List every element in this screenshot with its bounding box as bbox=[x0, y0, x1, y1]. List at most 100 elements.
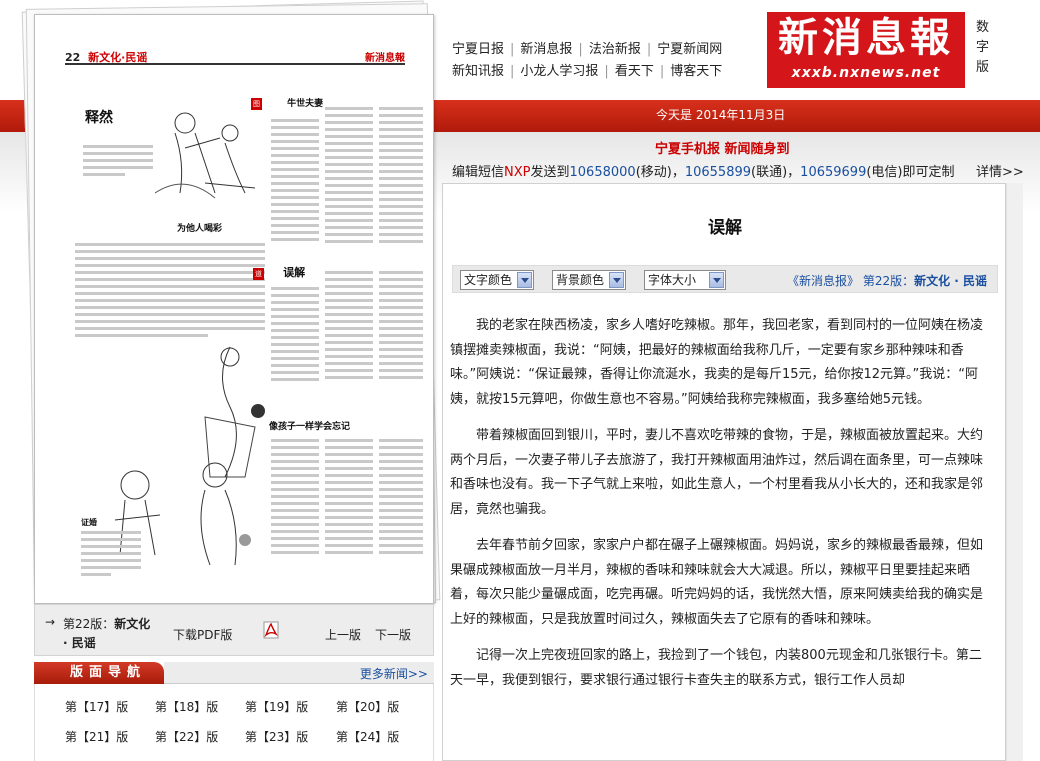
paper-text-block bbox=[271, 119, 319, 245]
page-link-23[interactable]: 第【23】版 bbox=[245, 728, 308, 745]
page-scrollbar[interactable] bbox=[1006, 183, 1023, 761]
paper-text-block bbox=[325, 107, 373, 247]
top-nav-row-2: 新知讯报 | 小龙人学习报 | 看天下 | 博客天下 bbox=[452, 60, 762, 82]
article-panel: 误解 文字颜色 背景颜色 字体大小 《新消息报》 第22版：新文化 · 民谣 我… bbox=[442, 183, 1006, 761]
page-link-17[interactable]: 第【17】版 bbox=[65, 698, 128, 715]
paper-masthead: 22 新文化·民谣 新消息報 bbox=[65, 49, 405, 65]
nav-link-ningxia-daily[interactable]: 宁夏日报 bbox=[452, 42, 504, 57]
bg-color-select[interactable]: 背景颜色 bbox=[552, 270, 626, 290]
paper-text-block bbox=[325, 271, 373, 383]
page-link-grid: 第【17】版 第【18】版 第【19】版 第【20】版 第【21】版 第【22】… bbox=[34, 684, 434, 761]
page-link-20[interactable]: 第【20】版 bbox=[336, 698, 399, 715]
nav-link-fazhi[interactable]: 法治新报 bbox=[589, 42, 641, 57]
paper-text-block bbox=[81, 531, 141, 580]
edition-name-2: · 民谣 bbox=[63, 636, 96, 650]
paper-text-block bbox=[379, 271, 423, 383]
article-paragraph: 记得一次上完夜班回家的路上，我捡到了一个钱包，内装800元现金和几张银行卡。第二… bbox=[450, 648, 982, 688]
paper-article-shiran[interactable]: 释然 bbox=[85, 107, 113, 127]
paper-article-zhenghun[interactable]: 证婚 bbox=[81, 517, 97, 528]
site-logo[interactable]: 新消息報 xxxb.nxnews.net bbox=[767, 12, 965, 88]
paper-text-block bbox=[379, 107, 423, 247]
paper-text-block bbox=[271, 287, 319, 385]
paper-title-zhenghun: 证婚 bbox=[81, 517, 97, 527]
sms-number-telecom: 10659699 bbox=[800, 165, 867, 180]
sms-mid: 发送到 bbox=[530, 165, 570, 180]
nav-separator: | bbox=[510, 64, 515, 79]
paper-article-wujie[interactable]: 道 误解 bbox=[253, 261, 305, 280]
paper-section-name: 新文化·民谣 bbox=[88, 51, 148, 64]
paper-page-number: 22 bbox=[65, 51, 81, 64]
nav-link-xinzhi[interactable]: 新知讯报 bbox=[452, 64, 504, 79]
sms-code: NXP bbox=[504, 165, 531, 180]
digital-edition-label: 数字版 bbox=[976, 20, 990, 75]
paper-text-block bbox=[325, 439, 373, 558]
page-link-24[interactable]: 第【24】版 bbox=[336, 728, 399, 745]
nav-link-xinxiaoxi[interactable]: 新消息报 bbox=[520, 42, 572, 57]
paper-illustration-family bbox=[154, 112, 256, 199]
paper-badge-icon bbox=[251, 404, 265, 418]
nav-link-boke[interactable]: 博客天下 bbox=[670, 64, 722, 79]
nav-link-kantianxia[interactable]: 看天下 bbox=[615, 64, 654, 79]
sms-carrier-unicom: (联通)， bbox=[751, 165, 801, 180]
sms-subscribe-line: 编辑短信NXP发送到10658000(移动)，10655899(联通)，1065… bbox=[452, 161, 1040, 180]
nav-separator: | bbox=[604, 64, 609, 79]
download-pdf-link[interactable]: 下载PDF版 bbox=[173, 626, 232, 643]
chevron-down-icon[interactable] bbox=[517, 272, 532, 288]
chevron-down-icon[interactable] bbox=[609, 272, 624, 288]
top-navigation: 宁夏日报 | 新消息报 | 法治新报 | 宁夏新闻网 新知讯报 | 小龙人学习报 | 看天下 | 博客天… bbox=[452, 38, 762, 82]
next-page-link[interactable]: 下一版 bbox=[375, 626, 411, 643]
nav-separator: | bbox=[510, 42, 515, 57]
nav-link-xiaolongren[interactable]: 小龙人学习报 bbox=[520, 64, 598, 79]
paper-article-niushi[interactable]: 图 牛世夫妻 bbox=[251, 91, 323, 110]
prev-page-link[interactable]: 上一版 bbox=[325, 626, 361, 643]
paper-text-block bbox=[83, 145, 153, 180]
logo-url: xxxb.nxnews.net bbox=[791, 65, 941, 81]
page-link-22[interactable]: 第【22】版 bbox=[155, 728, 218, 745]
paper-brand: 新消息報 bbox=[365, 53, 405, 64]
current-edition[interactable]: 第22版：新文化 · 民谣 bbox=[63, 615, 163, 653]
paper-title-hecai: 为他人喝彩 bbox=[177, 224, 223, 234]
article-title: 误解 bbox=[708, 218, 742, 238]
edition-name: 新文化 bbox=[114, 617, 151, 631]
nav-separator: | bbox=[646, 42, 652, 57]
article-breadcrumb: 《新消息报》 第22版：新文化 · 民谣 bbox=[787, 272, 987, 289]
mobile-paper-promo[interactable]: 宁夏手机报 新闻随身到 bbox=[655, 138, 790, 157]
paper-article-wangji[interactable] bbox=[251, 403, 265, 422]
crumb-page[interactable]: 第22版： bbox=[863, 274, 914, 288]
font-size-label: 字体大小 bbox=[648, 273, 697, 287]
edition-prefix: 第22版： bbox=[63, 617, 115, 631]
pdf-icon[interactable] bbox=[263, 621, 279, 639]
text-color-select[interactable]: 文字颜色 bbox=[460, 270, 534, 290]
page-link-19[interactable]: 第【19】版 bbox=[245, 698, 308, 715]
article-toolbar: 文字颜色 背景颜色 字体大小 《新消息报》 第22版：新文化 · 民谣 bbox=[452, 265, 998, 293]
sms-detail-link[interactable]: 详情>> bbox=[976, 161, 1024, 180]
paper-tag: 道 bbox=[253, 268, 264, 280]
crumb-paper[interactable]: 《新消息报》 bbox=[787, 274, 859, 288]
nav-separator: | bbox=[659, 64, 665, 79]
page-link-18[interactable]: 第【18】版 bbox=[155, 698, 218, 715]
sms-number-unicom: 10655899 bbox=[684, 165, 752, 180]
top-nav-row-1: 宁夏日报 | 新消息报 | 法治新报 | 宁夏新闻网 bbox=[452, 38, 762, 60]
paper-article-wangji-title[interactable]: 像孩子一样学会忘记 bbox=[269, 419, 350, 432]
bg-color-label: 背景颜色 bbox=[556, 273, 605, 287]
sms-carrier-mobile: (移动)， bbox=[635, 165, 685, 180]
paper-text-block bbox=[75, 243, 265, 341]
newspaper-page-preview[interactable]: 22 新文化·民谣 新消息報 释然 为他人喝彩 图 牛世夫妻 道 误解 像孩子一… bbox=[34, 14, 434, 604]
sms-prefix: 编辑短信 bbox=[452, 165, 505, 180]
more-news-link[interactable]: 更多新闻>> bbox=[360, 665, 428, 682]
text-color-label: 文字颜色 bbox=[464, 273, 513, 287]
article-paragraph: 去年春节前夕回家，家家户户都在碾子上碾辣椒面。妈妈说，家乡的辣椒最香最辣，但如果… bbox=[450, 538, 984, 627]
layout-nav-title: 版面导航 bbox=[34, 662, 164, 684]
article-paragraph: 我的老家在陕西杨凌，家乡人嗜好吃辣椒。那年，我回老家，看到同村的一位阿姨在杨凌镇… bbox=[450, 318, 984, 407]
logo-text: 新消息報 bbox=[778, 14, 954, 61]
paper-title-wangji: 像孩子一样学会忘记 bbox=[269, 422, 351, 432]
paper-title-wujie: 误解 bbox=[283, 266, 306, 279]
crumb-section[interactable]: 新文化 · 民谣 bbox=[914, 274, 987, 288]
nav-separator: | bbox=[578, 42, 583, 57]
paper-text-block bbox=[271, 439, 319, 558]
chevron-down-icon[interactable] bbox=[709, 272, 724, 288]
nav-link-nxnews[interactable]: 宁夏新闻网 bbox=[657, 42, 722, 57]
font-size-select[interactable]: 字体大小 bbox=[644, 270, 726, 290]
page-link-21[interactable]: 第【21】版 bbox=[65, 728, 128, 745]
paper-article-hecai[interactable]: 为他人喝彩 bbox=[177, 221, 222, 234]
